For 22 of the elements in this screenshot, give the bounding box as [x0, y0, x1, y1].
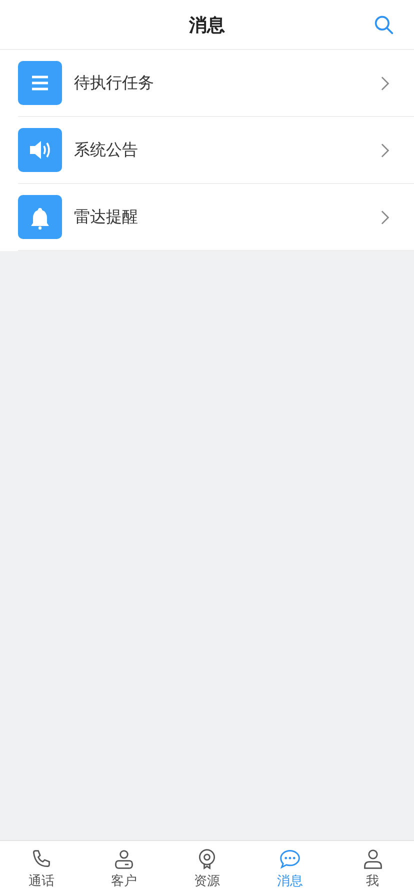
item-label: 待执行任务 — [74, 72, 155, 94]
page-title: 消息 — [189, 14, 225, 36]
message-category-item[interactable]: 系统公告 — [18, 117, 414, 184]
tab-item[interactable]: 客户 — [82, 841, 166, 896]
item-label: 系统公告 — [74, 140, 139, 160]
tab-item[interactable]: 我 — [331, 841, 414, 896]
list-icon — [18, 61, 62, 105]
message-category-item[interactable]: 雷达提醒 — [18, 184, 414, 251]
chevron-right-icon — [381, 76, 390, 90]
person-icon — [362, 848, 384, 870]
search-icon[interactable] — [374, 15, 394, 35]
chevron-right-icon — [381, 142, 390, 158]
speaker-icon — [18, 128, 62, 172]
chevron-right-icon — [381, 210, 390, 224]
person-card-icon — [113, 848, 136, 870]
chat-icon — [278, 848, 301, 870]
bell-icon — [18, 195, 62, 239]
phone-icon — [30, 848, 52, 870]
tab-item[interactable]: 资源 — [166, 841, 248, 896]
tab-item[interactable]: 通话 — [0, 841, 83, 896]
message-category-item[interactable]: 待执行任务 — [18, 50, 414, 117]
item-label: 雷达提醒 — [74, 206, 139, 228]
